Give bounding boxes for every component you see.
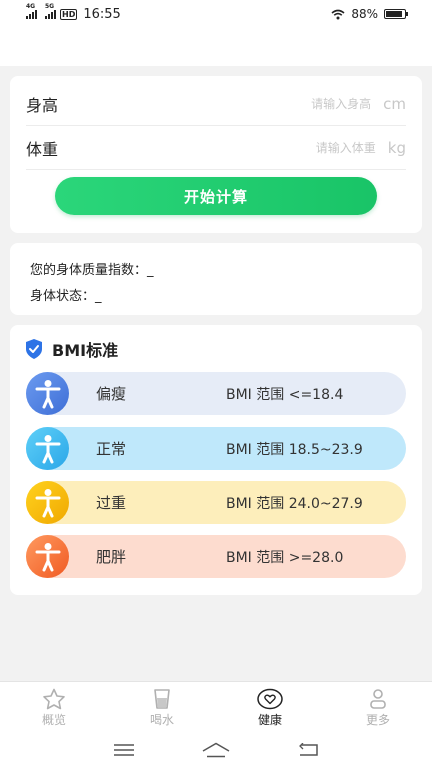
- network-type-2: 5G: [45, 3, 55, 10]
- tab-overview[interactable]: 概览: [0, 682, 108, 731]
- height-unit: cm: [383, 94, 406, 113]
- menu-icon[interactable]: [113, 743, 135, 757]
- level-name: 偏瘦: [96, 385, 127, 403]
- state-value: _: [95, 289, 102, 304]
- standard-title: BMI标准: [52, 341, 119, 360]
- calculate-button[interactable]: 开始计算: [55, 177, 377, 215]
- level-name: 过重: [96, 494, 127, 512]
- person-icon: [365, 688, 391, 710]
- bmi-level-obese: 肥胖 BMI 范围 >=28.0: [26, 535, 406, 578]
- signal-icon-2: 5G: [45, 3, 56, 19]
- level-range: BMI 范围 24.0~27.9: [226, 495, 363, 512]
- bmi-label: 您的身体质量指数：: [30, 263, 148, 278]
- battery-icon: [384, 9, 408, 19]
- status-left: 4G 5G HD 16:55: [26, 3, 121, 22]
- person-icon: [26, 372, 69, 415]
- height-label: 身高: [26, 95, 59, 115]
- weight-input[interactable]: 请输入体重: [316, 139, 376, 156]
- person-icon: [26, 427, 69, 470]
- bmi-level-overweight: 过重 BMI 范围 24.0~27.9: [26, 481, 406, 524]
- star-icon: [41, 688, 67, 710]
- input-card: 身高 请输入身高 cm 体重 请输入体重 kg 开始计算: [10, 76, 422, 233]
- person-icon: [26, 535, 69, 578]
- bmi-level-normal: 正常 BMI 范围 18.5~23.9: [26, 427, 406, 470]
- standard-header: BMI标准: [24, 337, 118, 361]
- system-nav-bar: [0, 731, 432, 768]
- height-input[interactable]: 请输入身高: [311, 95, 371, 112]
- weight-row[interactable]: 体重 请输入体重 kg: [26, 126, 406, 170]
- bmi-standard-card: BMI标准 偏瘦 BMI 范围 <=18.4 正常 BMI 范围 18.5~23…: [10, 325, 422, 595]
- battery-percent: 88%: [351, 7, 378, 21]
- back-icon[interactable]: [297, 742, 319, 757]
- bmi-value: _: [147, 263, 154, 278]
- tab-health[interactable]: 健康: [216, 682, 324, 731]
- weight-unit: kg: [387, 138, 406, 157]
- state-label: 身体状态：: [30, 289, 96, 304]
- level-range: BMI 范围 18.5~23.9: [226, 441, 363, 458]
- level-name: 正常: [96, 440, 127, 458]
- tab-drink-water[interactable]: 喝水: [108, 682, 216, 731]
- hd-badge: HD: [60, 8, 78, 20]
- tab-more[interactable]: 更多: [324, 682, 432, 731]
- tab-label: 喝水: [149, 713, 174, 727]
- bmi-level-underweight: 偏瘦 BMI 范围 <=18.4: [26, 372, 406, 415]
- tab-label: 概览: [41, 713, 66, 727]
- header-spacer: [0, 28, 432, 66]
- clock: 16:55: [83, 6, 121, 22]
- state-result-line: 身体状态：_: [30, 285, 102, 304]
- level-name: 肥胖: [96, 548, 127, 566]
- bmi-result-line: 您的身体质量指数：_: [30, 259, 154, 278]
- person-icon: [26, 481, 69, 524]
- cup-icon: [149, 688, 175, 710]
- shield-check-icon: [26, 339, 42, 359]
- tab-label: 健康: [257, 713, 282, 727]
- status-bar: 4G 5G HD 16:55 88%: [0, 0, 432, 28]
- status-right: 88%: [331, 7, 408, 21]
- level-range: BMI 范围 <=18.4: [226, 386, 344, 403]
- network-type-1: 4G: [26, 3, 36, 10]
- home-icon[interactable]: [201, 742, 231, 758]
- bottom-tab-bar: 概览 喝水 健康 更多: [0, 681, 432, 731]
- signal-icon-1: 4G: [26, 3, 37, 19]
- weight-label: 体重: [26, 139, 59, 159]
- height-row[interactable]: 身高 请输入身高 cm: [26, 82, 406, 126]
- heart-icon: [257, 688, 283, 710]
- wifi-icon: [331, 9, 345, 19]
- level-range: BMI 范围 >=28.0: [226, 549, 344, 566]
- tab-label: 更多: [365, 713, 390, 727]
- result-card: 您的身体质量指数：_ 身体状态：_: [10, 243, 422, 315]
